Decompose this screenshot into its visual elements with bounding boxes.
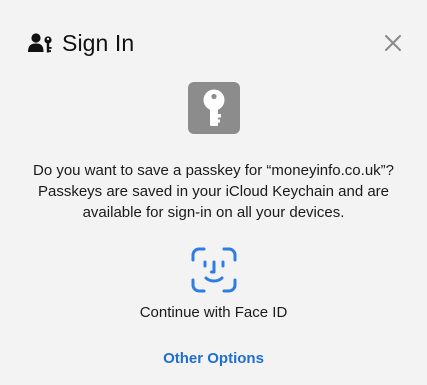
dialog-title: Sign In xyxy=(62,30,135,56)
message-line-3: available for sign-in on all your device… xyxy=(82,204,345,221)
face-id-icon xyxy=(191,247,237,293)
passkey-message: Do you want to save a passkey for “money… xyxy=(0,160,427,223)
passkey-app-icon xyxy=(188,82,240,134)
close-icon xyxy=(385,35,401,51)
sign-in-sheet: Sign In Do you want to save a passkey fo… xyxy=(0,0,427,385)
close-button[interactable] xyxy=(380,30,406,56)
dialog-header: Sign In xyxy=(28,28,134,58)
other-options-link[interactable]: Other Options xyxy=(0,350,427,367)
face-id-label: Continue with Face ID xyxy=(139,304,288,321)
key-icon xyxy=(203,89,225,126)
message-line-2: Passkeys are saved in your iCloud Keycha… xyxy=(37,183,390,200)
continue-with-face-id-button[interactable]: Continue with Face ID xyxy=(120,240,307,330)
person-key-icon xyxy=(28,32,54,54)
message-line-1: Do you want to save a passkey for “money… xyxy=(32,162,394,179)
